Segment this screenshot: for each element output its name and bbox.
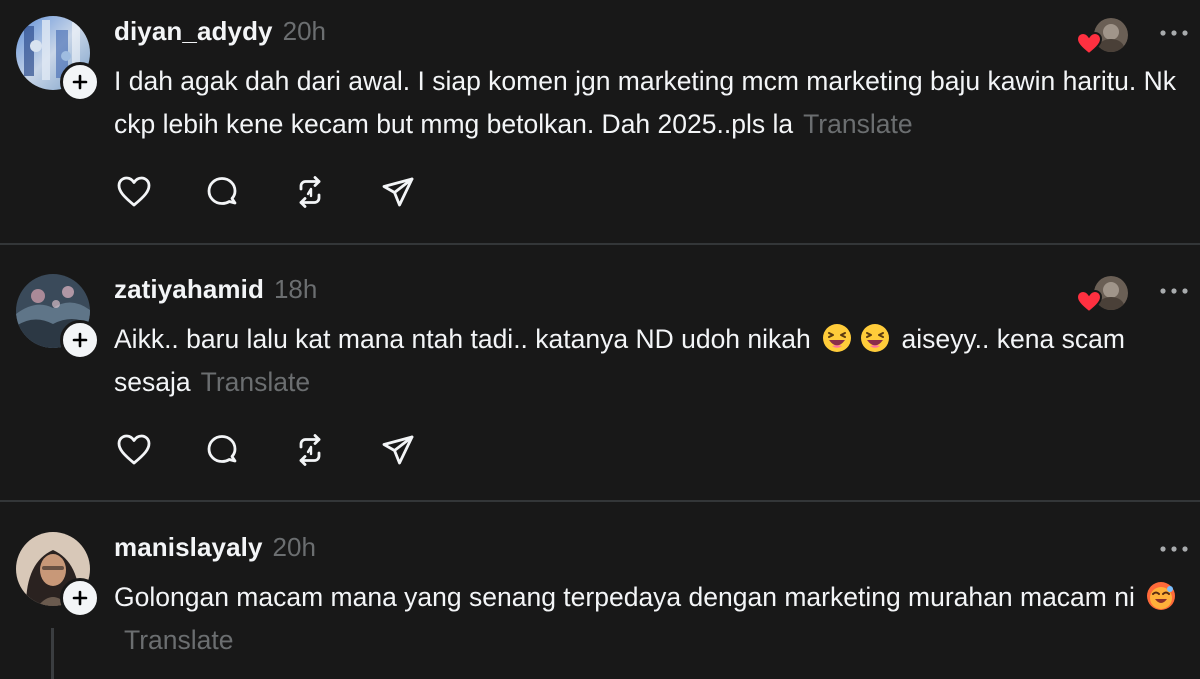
reply-post: manislayaly 20h Golongan macam mana yang…: [0, 516, 1200, 679]
heart-icon: [1076, 290, 1102, 314]
post-body: Aikk.. baru lalu kat mana ntah tadi.. ka…: [114, 318, 1189, 404]
avatar-wrap: [16, 274, 100, 360]
post-header: diyan_adydy 20h: [114, 16, 326, 52]
post-body: I dah agak dah dari awal. I siap komen j…: [114, 60, 1189, 146]
divider: [0, 243, 1200, 245]
reply-button[interactable]: [202, 172, 242, 212]
comment-icon: [207, 435, 237, 463]
heart-icon: [1076, 32, 1102, 56]
divider: [0, 500, 1200, 502]
hot-face-emoji-icon: [1147, 582, 1176, 610]
heart-icon: [117, 434, 151, 465]
translate-link[interactable]: Translate: [201, 367, 310, 397]
thread-line: [51, 628, 54, 679]
action-bar: [114, 172, 466, 212]
reply-button[interactable]: [202, 430, 242, 470]
more-button[interactable]: [1155, 18, 1193, 48]
post-text: Golongan macam mana yang senang terpeday…: [114, 582, 1135, 612]
more-button[interactable]: [1155, 276, 1193, 306]
laughing-emoji-icon: [823, 324, 852, 352]
translate-link[interactable]: Translate: [803, 109, 912, 139]
liked-by-author: [1074, 14, 1130, 58]
more-dots-icon: [1160, 546, 1188, 552]
post-text: I dah agak dah dari awal. I siap komen j…: [114, 66, 1176, 139]
username[interactable]: manislayaly: [114, 532, 263, 563]
timestamp[interactable]: 20h: [273, 532, 316, 563]
like-button[interactable]: [114, 430, 154, 470]
timestamp[interactable]: 18h: [274, 274, 317, 305]
follow-button[interactable]: [60, 62, 100, 102]
more-dots-icon: [1160, 30, 1188, 36]
reply-feed: diyan_adydy 20h I dah agak dah dari awal…: [0, 0, 1200, 679]
avatar-wrap: [16, 16, 100, 102]
share-button[interactable]: [378, 430, 418, 470]
avatar-wrap: [16, 532, 100, 618]
plus-icon: [72, 332, 88, 348]
plus-icon: [72, 590, 88, 606]
username[interactable]: diyan_adydy: [114, 16, 273, 47]
follow-button[interactable]: [60, 578, 100, 618]
heart-icon: [117, 176, 151, 207]
post-header: manislayaly 20h: [114, 532, 316, 568]
timestamp[interactable]: 20h: [283, 16, 326, 47]
translate-link[interactable]: Translate: [124, 625, 233, 655]
repost-icon: [299, 434, 321, 466]
post-header: zatiyahamid 18h: [114, 274, 317, 310]
post-body: Golongan macam mana yang senang terpeday…: [114, 576, 1189, 662]
repost-icon: [299, 176, 321, 208]
action-bar: [114, 430, 466, 470]
repost-button[interactable]: [290, 172, 330, 212]
follow-button[interactable]: [60, 320, 100, 360]
liked-by-author: [1074, 272, 1130, 316]
share-button[interactable]: [378, 172, 418, 212]
username[interactable]: zatiyahamid: [114, 274, 264, 305]
plus-icon: [72, 74, 88, 90]
like-button[interactable]: [114, 172, 154, 212]
more-dots-icon: [1160, 288, 1188, 294]
comment-icon: [207, 177, 237, 205]
repost-button[interactable]: [290, 430, 330, 470]
reply-post: diyan_adydy 20h I dah agak dah dari awal…: [0, 0, 1200, 244]
reply-post: zatiyahamid 18h Aikk.. baru lalu kat man…: [0, 258, 1200, 502]
more-button[interactable]: [1155, 534, 1193, 564]
send-icon: [382, 177, 414, 207]
send-icon: [382, 435, 414, 465]
post-text: Aikk.. baru lalu kat mana ntah tadi.. ka…: [114, 324, 811, 354]
laughing-emoji-icon: [861, 324, 890, 352]
